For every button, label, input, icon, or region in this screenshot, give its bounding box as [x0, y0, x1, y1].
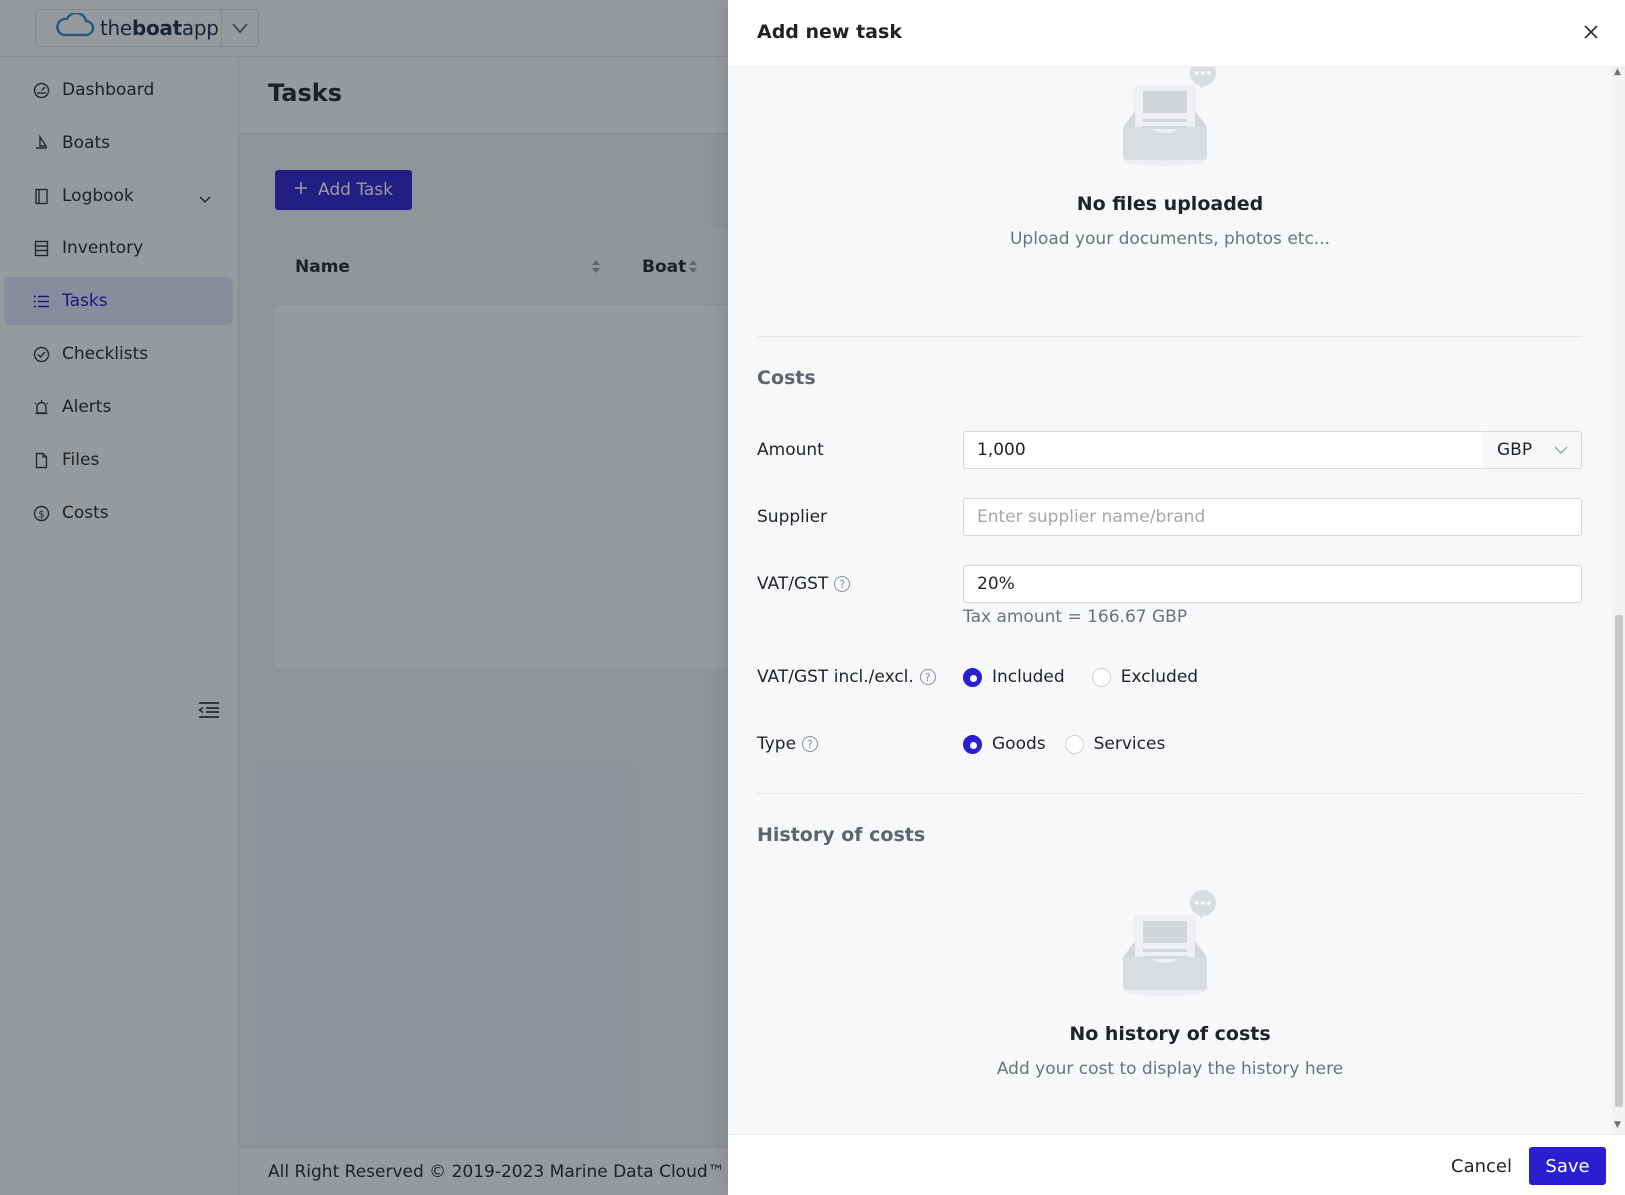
- vat-inclusion-label: VAT/GST incl./excl.?: [757, 667, 936, 687]
- drawer-header: Add new task: [728, 0, 1625, 67]
- section-divider: [757, 336, 1582, 337]
- costs-section-title: Costs: [757, 367, 816, 389]
- goods-radio[interactable]: [963, 734, 982, 754]
- section-divider: [757, 793, 1582, 794]
- supplier-input[interactable]: Enter supplier name/brand: [963, 498, 1582, 536]
- supplier-label: Supplier: [757, 507, 828, 527]
- cancel-button[interactable]: Cancel: [1439, 1147, 1524, 1185]
- drawer-scrollbar[interactable]: ▲ ▼: [1612, 67, 1625, 1134]
- files-empty-subtitle: Upload your documents, photos etc...: [1009, 229, 1330, 249]
- tax-amount-hint: Tax amount = 166.67 GBP: [963, 607, 1188, 627]
- included-radio[interactable]: [963, 667, 982, 687]
- help-icon[interactable]: ?: [802, 736, 819, 752]
- amount-label: Amount: [757, 440, 824, 460]
- scroll-down-icon[interactable]: ▼: [1614, 1120, 1621, 1130]
- history-section-title: History of costs: [757, 824, 926, 846]
- empty-inbox-icon: [1123, 885, 1217, 1002]
- type-label: Type?: [757, 734, 819, 754]
- included-label[interactable]: Included: [992, 667, 1065, 687]
- chevron-down-icon: [1554, 440, 1568, 460]
- close-icon[interactable]: [1581, 22, 1601, 42]
- vat-label: VAT/GST?: [757, 574, 851, 594]
- excluded-label[interactable]: Excluded: [1121, 667, 1198, 687]
- drawer-footer: Cancel Save: [728, 1134, 1625, 1195]
- amount-input[interactable]: 1,000: [963, 431, 1484, 469]
- goods-label[interactable]: Goods: [992, 734, 1046, 754]
- type-radio-group: Goods Services: [963, 734, 1165, 754]
- vat-inclusion-radio-group: Included Excluded: [963, 667, 1198, 687]
- help-icon[interactable]: ?: [834, 576, 851, 592]
- scroll-up-icon[interactable]: ▲: [1614, 67, 1621, 77]
- help-icon[interactable]: ?: [919, 669, 936, 685]
- drawer-title: Add new task: [757, 21, 902, 43]
- services-radio[interactable]: [1064, 734, 1084, 754]
- currency-select[interactable]: GBP: [1483, 431, 1582, 469]
- empty-inbox-icon: [1123, 67, 1217, 172]
- history-empty-title: No history of costs: [1069, 1023, 1271, 1045]
- excluded-radio[interactable]: [1091, 667, 1111, 687]
- files-empty-title: No files uploaded: [1076, 193, 1264, 215]
- vat-input[interactable]: 20%: [963, 565, 1582, 603]
- drawer-body[interactable]: No files uploaded Upload your documents,…: [728, 67, 1612, 1134]
- history-empty-subtitle: Add your cost to display the history her…: [996, 1059, 1344, 1079]
- services-label[interactable]: Services: [1094, 734, 1166, 754]
- save-button[interactable]: Save: [1529, 1147, 1606, 1185]
- scrollbar-thumb[interactable]: [1615, 615, 1623, 1107]
- add-task-drawer: Add new task No files uploaded Upload yo…: [728, 0, 1625, 1195]
